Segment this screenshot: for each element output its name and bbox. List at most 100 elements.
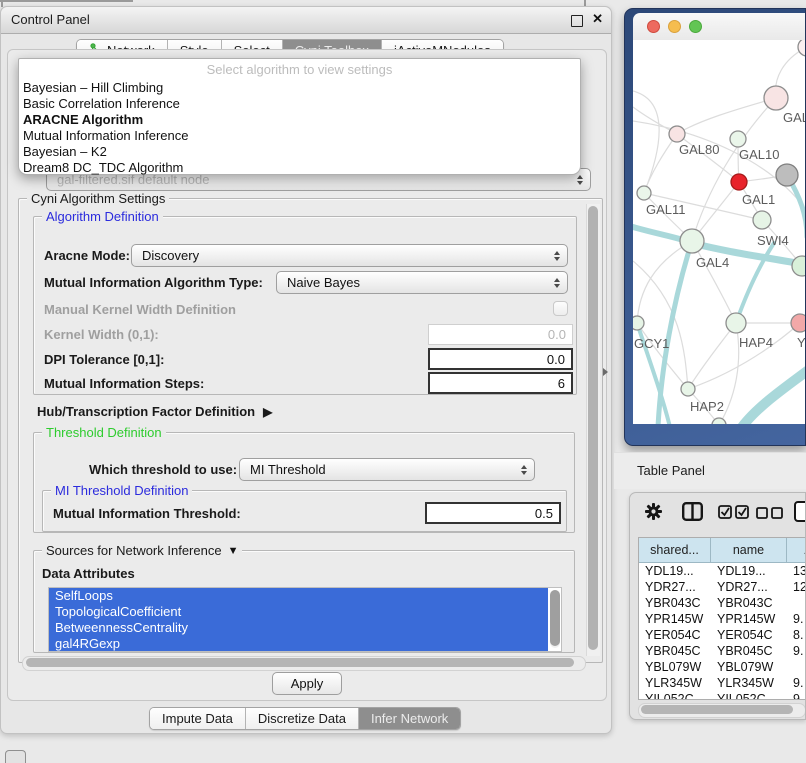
node-label: HAP2 xyxy=(690,399,724,414)
table-row[interactable]: YLR345W YLR345W 9. xyxy=(639,675,806,691)
network-view-window: GAL GAL80 GAL10 GAL1 GAL11 SWI4 GAL4 GCY… xyxy=(624,8,806,446)
network-node[interactable] xyxy=(776,164,798,186)
dpi-tolerance-field[interactable] xyxy=(428,348,573,370)
list-scrollbar[interactable] xyxy=(550,590,560,648)
apply-button[interactable]: Apply xyxy=(272,672,342,695)
gear-icon[interactable] xyxy=(645,503,662,525)
tab-impute-data[interactable]: Impute Data xyxy=(150,708,246,729)
network-node[interactable] xyxy=(791,314,805,332)
table-row[interactable]: YIL052C YIL052C 9 xyxy=(639,691,806,699)
network-node[interactable] xyxy=(764,86,788,110)
sources-group: Sources for Network Inference ▼ Data Att… xyxy=(33,550,575,653)
mi-threshold-group: MI Threshold Definition Mutual Informati… xyxy=(42,490,567,532)
chevron-down-icon: ▼ xyxy=(228,545,239,557)
close-window-icon[interactable]: ✕ xyxy=(592,11,603,27)
list-item[interactable]: gal4RGexp xyxy=(49,636,548,652)
minimized-panel-icon[interactable] xyxy=(5,750,26,763)
table-row[interactable]: YBR043C YBR043C xyxy=(639,595,806,611)
network-window-titlebar[interactable] xyxy=(633,13,805,41)
dropdown-item[interactable]: Mutual Information Inference xyxy=(19,128,580,144)
node-label: GAL10 xyxy=(739,147,779,162)
dropdown-item[interactable]: Bayesian – Hill Climbing xyxy=(19,80,580,96)
network-node[interactable] xyxy=(798,40,805,56)
minimize-button[interactable] xyxy=(668,20,681,33)
dropdown-prompt: Select algorithm to view settings xyxy=(19,59,580,80)
table-row[interactable]: YDL19... YDL19... 13 xyxy=(639,563,806,579)
table-panel-titlebar: Table Panel xyxy=(614,452,806,489)
mi-threshold-field[interactable] xyxy=(425,502,561,524)
deselect-all-icon[interactable] xyxy=(756,506,783,524)
data-attributes-list[interactable]: SelfLoops TopologicalCoefficient Between… xyxy=(48,587,562,652)
mi-steps-field[interactable] xyxy=(428,372,573,394)
column-header[interactable]: name xyxy=(711,538,787,563)
stepper-arrows-icon xyxy=(516,465,531,475)
hub-tf-definition-toggle[interactable]: Hub/Transcription Factor Definition ▶ xyxy=(37,404,272,419)
select-all-checked-icon[interactable] xyxy=(718,505,749,524)
kernel-width-field[interactable] xyxy=(428,324,573,345)
node-label: GAL11 xyxy=(646,202,686,217)
group-title: Algorithm Definition xyxy=(42,209,163,224)
table-doc-icon[interactable] xyxy=(794,501,806,528)
network-node[interactable] xyxy=(726,313,746,333)
dpi-tolerance-label: DPI Tolerance [0,1]: xyxy=(44,352,164,367)
network-graph: GAL GAL80 GAL10 GAL1 GAL11 SWI4 GAL4 GCY… xyxy=(633,40,805,424)
column-header[interactable]: A xyxy=(787,538,806,563)
table-header: shared... name A xyxy=(639,538,806,563)
table-panel-title: Table Panel xyxy=(637,463,705,478)
table-row[interactable]: YER054C YER054C 8. xyxy=(639,627,806,643)
stepper-arrows-icon xyxy=(549,278,564,288)
float-window-icon[interactable] xyxy=(571,15,583,27)
aracne-mode-label: Aracne Mode: xyxy=(44,248,130,263)
list-item[interactable]: TopologicalCoefficient xyxy=(49,604,548,620)
sources-title[interactable]: Sources for Network Inference ▼ xyxy=(42,543,242,558)
manual-kernel-checkbox[interactable] xyxy=(553,301,568,316)
kernel-width-label: Kernel Width (0,1): xyxy=(44,327,159,342)
chevron-right-icon: ▶ xyxy=(263,405,272,419)
node-label: GAL1 xyxy=(742,192,775,207)
tab-label: Discretize Data xyxy=(258,711,346,726)
network-node[interactable] xyxy=(753,211,771,229)
node-label: GAL xyxy=(783,110,805,125)
table-row[interactable]: YPR145W YPR145W 9. xyxy=(639,611,806,627)
network-node[interactable] xyxy=(731,174,747,190)
network-node[interactable] xyxy=(681,382,695,396)
dropdown-item[interactable]: Bayesian – K2 xyxy=(19,144,580,160)
network-node[interactable] xyxy=(730,131,746,147)
table-row[interactable]: YDR27... YDR27... 12 xyxy=(639,579,806,595)
node-label: GAL4 xyxy=(696,255,729,270)
threshold-definition-group: Threshold Definition Which threshold to … xyxy=(33,432,575,533)
network-canvas[interactable]: GAL GAL80 GAL10 GAL1 GAL11 SWI4 GAL4 GCY… xyxy=(633,40,805,424)
table-horizontal-scrollbar[interactable] xyxy=(638,703,806,718)
close-button[interactable] xyxy=(647,20,660,33)
node-label: GCY1 xyxy=(634,336,669,351)
manual-kernel-label: Manual Kernel Width Definition xyxy=(44,302,236,317)
dropdown-item[interactable]: Dream8 DC_TDC Algorithm xyxy=(19,160,580,176)
network-node[interactable] xyxy=(633,316,644,330)
network-node[interactable] xyxy=(669,126,685,142)
settings-vertical-scrollbar[interactable] xyxy=(586,204,600,656)
table-row[interactable]: YBL079W YBL079W xyxy=(639,659,806,675)
network-node[interactable] xyxy=(637,186,651,200)
zoom-button[interactable] xyxy=(689,20,702,33)
which-threshold-select[interactable]: MI Threshold xyxy=(239,458,535,481)
control-panel-window: Control Panel ✕ xyxy=(0,6,612,734)
mi-algorithm-type-select[interactable]: Naive Bayes xyxy=(276,271,568,294)
group-title: Threshold Definition xyxy=(42,425,166,440)
list-item[interactable]: SelfLoops xyxy=(49,588,548,604)
settings-horizontal-scrollbar[interactable] xyxy=(22,656,586,671)
network-node[interactable] xyxy=(792,256,805,276)
which-threshold-value: MI Threshold xyxy=(240,462,516,477)
hub-tf-label: Hub/Transcription Factor Definition xyxy=(37,404,255,419)
network-node[interactable] xyxy=(680,229,704,253)
control-panel-titlebar: Control Panel ✕ xyxy=(1,7,611,34)
dropdown-item[interactable]: Basic Correlation Inference xyxy=(19,96,580,112)
columns-icon[interactable] xyxy=(682,502,703,526)
column-header[interactable]: shared... xyxy=(639,538,711,563)
list-item[interactable]: BetweennessCentrality xyxy=(49,620,548,636)
tab-infer-network[interactable]: Infer Network xyxy=(359,708,460,729)
tab-discretize-data[interactable]: Discretize Data xyxy=(246,708,359,729)
dropdown-item-selected[interactable]: ARACNE Algorithm xyxy=(19,112,580,128)
aracne-mode-select[interactable]: Discovery xyxy=(131,244,568,267)
table-row[interactable]: YBR045C YBR045C 9. xyxy=(639,643,806,659)
split-pane-collapse-icon[interactable] xyxy=(603,368,608,376)
